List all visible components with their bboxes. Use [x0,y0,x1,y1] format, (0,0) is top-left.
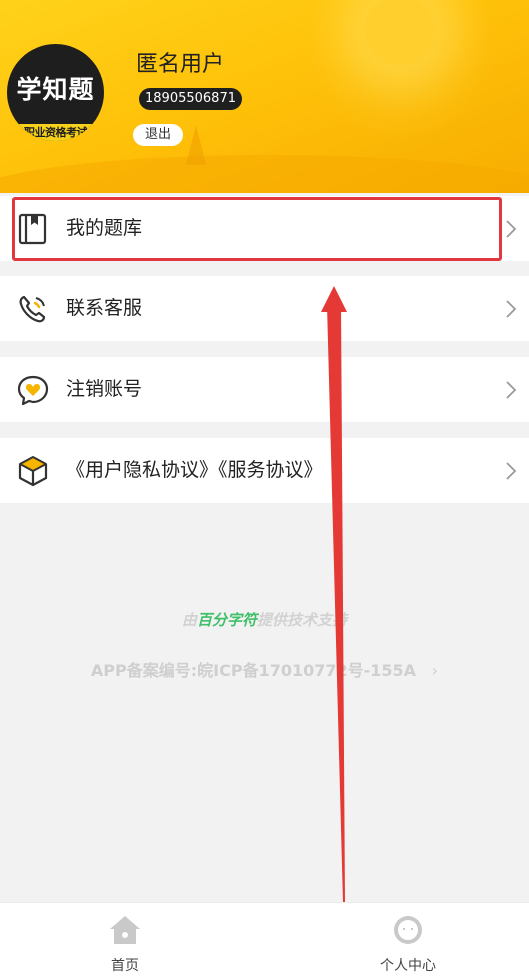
tree-decoration [186,125,206,165]
menu-item-agreements[interactable]: 《用户隐私协议》《服务协议》 [0,438,529,503]
avatar[interactable]: 学知题 职业资格考试 [7,44,104,141]
chevron-right-icon [506,381,517,399]
icp-record-link[interactable]: APP备案编号:皖ICP备17010772号-155A › [0,657,529,681]
home-icon [110,916,140,944]
menu-item-deactivate-account[interactable]: 注销账号 [0,357,529,422]
package-icon [18,456,48,487]
username: 匿名用户 [136,52,225,77]
menu-item-label: 注销账号 [66,378,143,400]
phone-badge: 18905506871 [139,88,242,110]
menu-item-customer-service[interactable]: 联系客服 [0,276,529,341]
chevron-right-icon [506,300,517,318]
tab-profile-label: 个人中心 [380,958,436,974]
tab-profile[interactable]: 个人中心 [343,903,473,976]
chevron-right-icon [506,462,517,480]
profile-face-icon [394,916,422,944]
profile-header: 学知题 职业资格考试 匿名用户 18905506871 退出 [0,0,529,193]
menu-item-label: 《用户隐私协议》《服务协议》 [66,459,323,481]
logout-button[interactable]: 退出 [133,124,183,146]
credit-suffix: 提供技术支持 [257,611,348,629]
icp-text: APP备案编号:皖ICP备17010772号-155A [90,661,417,680]
phone-icon [19,295,46,323]
chevron-right-icon [506,220,517,238]
credit-brand: 百分字符 [196,611,257,629]
logo-title: 学知题 [16,75,95,104]
bottom-tab-bar: 首页 个人中心 [0,902,529,976]
menu-item-label: 联系客服 [66,297,143,319]
chevron-right-icon: › [431,661,439,680]
heart-bubble-icon [17,375,49,406]
credit-prefix: 由 [181,611,197,629]
highlight-box [12,197,502,261]
tab-home[interactable]: 首页 [60,903,190,976]
tech-support-credit: 由百分字符提供技术支持 [0,609,529,630]
hill-decoration [0,155,529,193]
logo-subtitle: 职业资格考试 [7,124,104,141]
tab-home-label: 首页 [111,958,139,974]
